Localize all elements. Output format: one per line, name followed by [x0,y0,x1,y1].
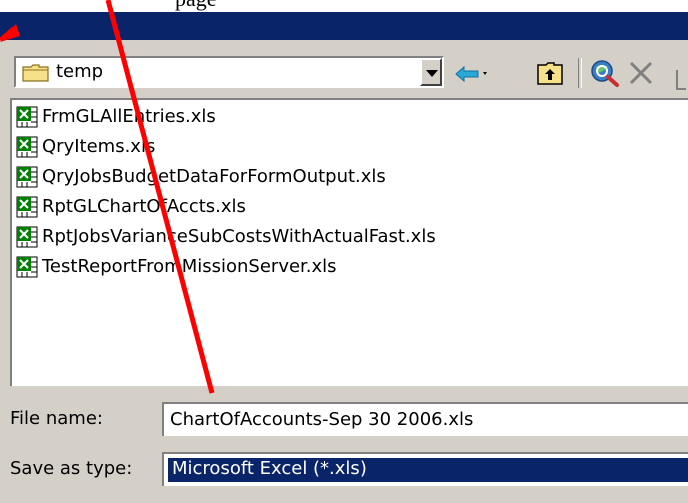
save-as-type-label: Save as type: [10,458,133,479]
save-as-type-value: Microsoft Excel (*.xls) [172,458,367,479]
folder-icon [22,64,49,82]
file-name: QryItems.xls [42,136,156,157]
save-as-dialog: temp FrmGLAllEntries.xls QryItems.xls Qr… [0,12,688,503]
up-folder-icon[interactable] [536,60,564,86]
save-as-type-dropdown[interactable]: Microsoft Excel (*.xls) [162,452,688,486]
look-in-value: temp [56,61,104,82]
document-caption: page [0,0,688,12]
excel-file-icon [16,256,38,278]
delete-icon[interactable] [628,60,654,86]
toolbar-separator [578,58,582,88]
caption-text: page [175,0,217,12]
file-name-value: ChartOfAccounts-Sep 30 2006.xls [170,409,474,430]
excel-file-icon [16,106,38,128]
file-list[interactable]: FrmGLAllEntries.xls QryItems.xls QryJobs… [10,98,688,386]
search-web-icon[interactable] [588,58,620,88]
title-bar [0,12,688,40]
excel-file-icon [16,166,38,188]
look-in-dropdown-button[interactable] [420,58,442,86]
excel-file-icon [16,226,38,248]
file-name: RptGLChartOfAccts.xls [42,196,246,217]
back-arrow-icon[interactable] [454,62,488,86]
file-name: QryJobsBudgetDataForFormOutput.xls [42,166,386,187]
file-name: RptJobsVarianceSubCostsWithActualFast.xl… [42,226,436,247]
file-name-label: File name: [10,408,103,429]
look-in-dropdown[interactable]: temp [14,56,444,88]
excel-file-icon [16,196,38,218]
file-name: TestReportFromMissionServer.xls [42,256,337,277]
toolbar-overflow [676,70,686,90]
file-name-field[interactable]: ChartOfAccounts-Sep 30 2006.xls [162,402,688,436]
file-name: FrmGLAllEntries.xls [42,106,216,127]
excel-file-icon [16,136,38,158]
